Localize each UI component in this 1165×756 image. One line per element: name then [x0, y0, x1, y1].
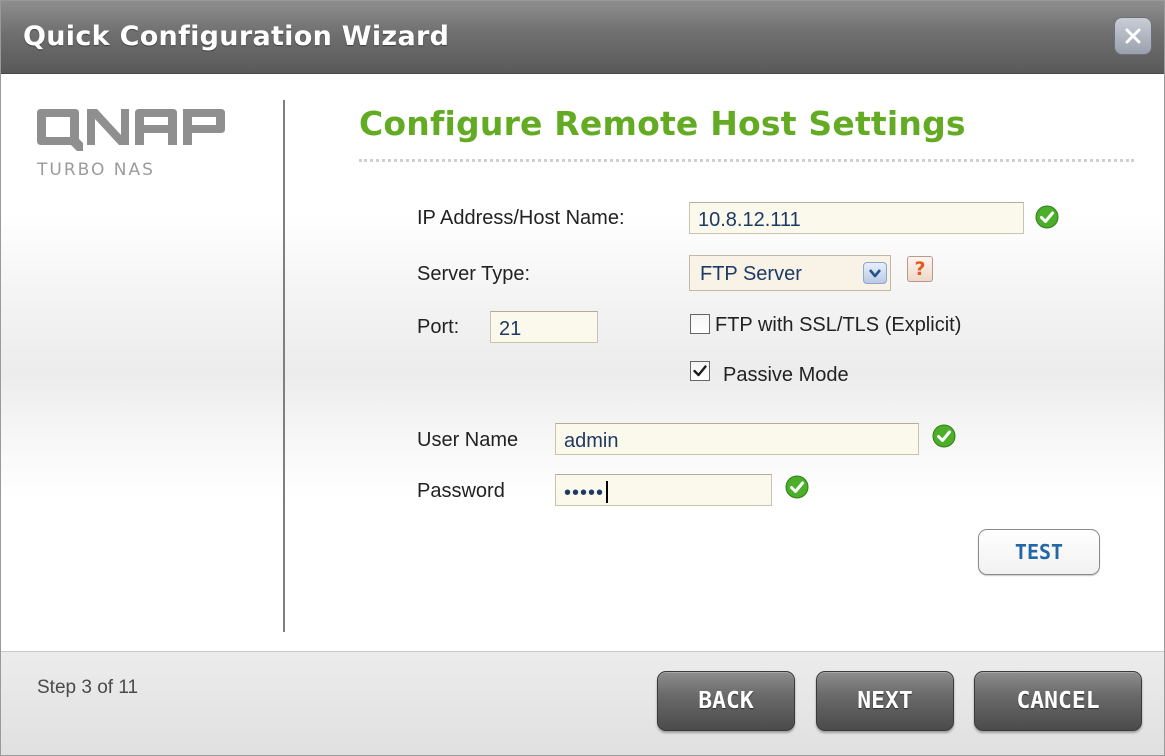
heading-underline: [359, 159, 1134, 162]
wizard-window: Quick Configuration Wizard TURBO NAS Con…: [0, 0, 1165, 756]
close-button[interactable]: [1114, 17, 1152, 55]
password-input[interactable]: •••••: [555, 474, 772, 506]
title-bar[interactable]: Quick Configuration Wizard: [1, 1, 1164, 74]
password-mask: •••••: [564, 482, 605, 504]
server-type-value: FTP Server: [700, 263, 802, 285]
page-heading: Configure Remote Host Settings: [359, 104, 966, 143]
server-type-label: Server Type:: [417, 263, 531, 285]
username-label: User Name: [417, 429, 519, 451]
valid-check-icon: [785, 475, 809, 499]
host-label: IP Address/Host Name:: [417, 207, 625, 229]
step-indicator: Step 3 of 11: [37, 677, 139, 698]
passive-mode-label: Passive Mode: [723, 364, 849, 386]
close-icon: [1125, 28, 1141, 44]
valid-check-icon: [932, 424, 956, 448]
cancel-button[interactable]: CANCEL: [974, 671, 1142, 731]
username-input[interactable]: admin: [555, 423, 919, 455]
window-title: Quick Configuration Wizard: [23, 21, 450, 52]
next-button[interactable]: NEXT: [816, 671, 954, 731]
ssl-label: FTP with SSL/TLS (Explicit): [715, 314, 962, 336]
text-cursor: [606, 481, 609, 503]
vertical-divider: [283, 100, 285, 632]
password-label: Password: [417, 480, 505, 502]
port-label: Port:: [417, 316, 460, 338]
chevron-down-icon[interactable]: [863, 262, 887, 284]
wizard-footer: Step 3 of 11 BACK NEXT CANCEL: [1, 651, 1164, 755]
server-type-select[interactable]: FTP Server: [689, 255, 891, 291]
valid-check-icon: [1035, 205, 1059, 229]
back-button[interactable]: BACK: [657, 671, 795, 731]
test-button[interactable]: TEST: [978, 529, 1100, 575]
logo-subtitle: TURBO NAS: [37, 160, 155, 180]
port-input[interactable]: 21: [490, 311, 598, 343]
wizard-content: TURBO NAS Configure Remote Host Settings…: [1, 74, 1164, 651]
ssl-checkbox[interactable]: [690, 314, 710, 334]
checkmark-icon: [693, 365, 707, 377]
help-icon[interactable]: ?: [907, 256, 933, 282]
qnap-logo: [37, 109, 225, 151]
passive-mode-checkbox[interactable]: [690, 361, 710, 381]
host-input[interactable]: 10.8.12.111: [689, 202, 1024, 234]
